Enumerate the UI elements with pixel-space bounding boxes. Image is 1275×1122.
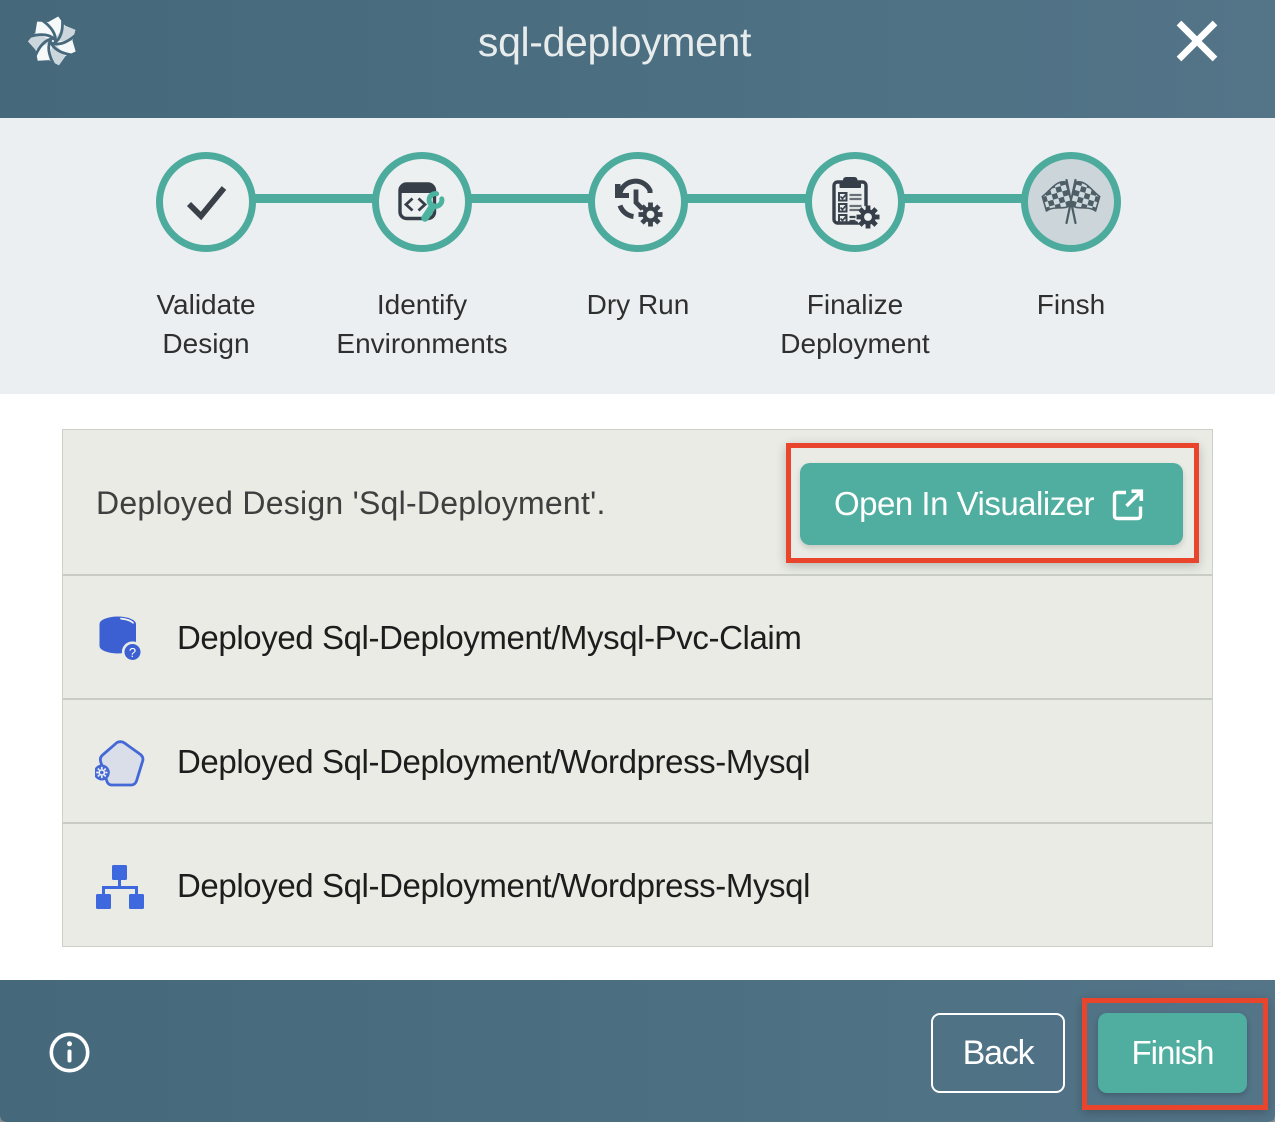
svg-text:?: ? (129, 645, 136, 660)
